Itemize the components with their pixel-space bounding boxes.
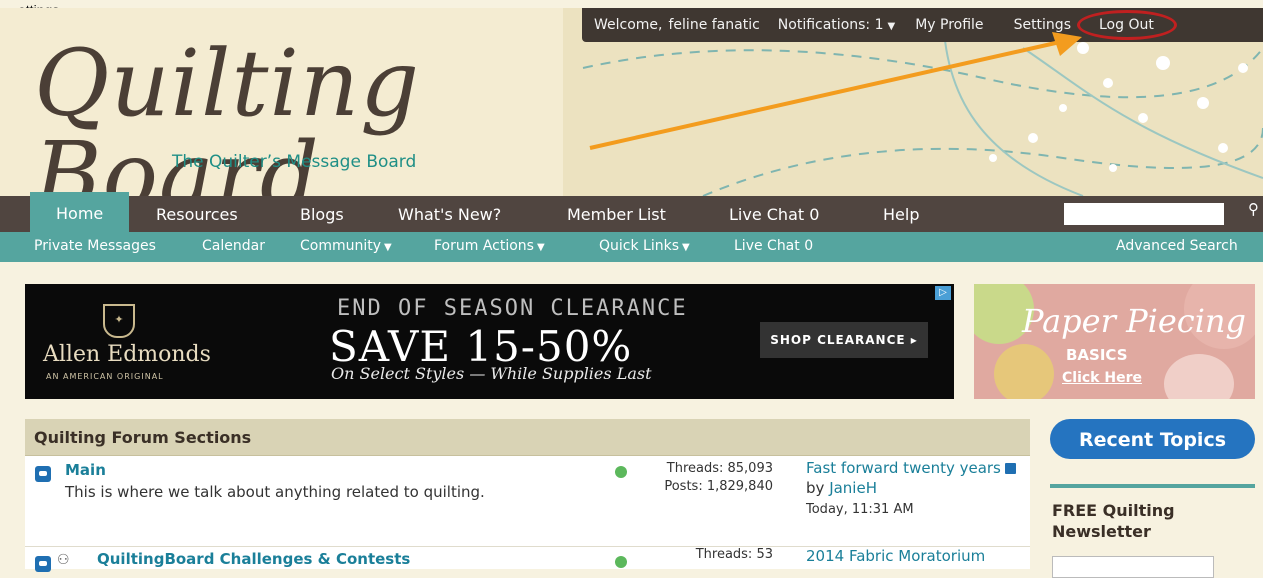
- nav-home[interactable]: Home: [30, 192, 130, 232]
- ad-headline: END OF SEASON CLEARANCE: [337, 296, 688, 321]
- username-link[interactable]: feline fanatic: [669, 17, 760, 33]
- nav-member-list[interactable]: Member List: [567, 196, 666, 232]
- thread-count: Threads: 85,093: [666, 461, 773, 476]
- go-to-post-icon[interactable]: [1004, 463, 1016, 474]
- last-post: Fast forward twenty years by JanieH Toda…: [806, 458, 1026, 520]
- subnav-community[interactable]: Community ▼: [300, 232, 392, 262]
- subnav-quick-links[interactable]: Quick Links ▼: [599, 232, 690, 262]
- chevron-down-icon: ▼: [384, 242, 392, 253]
- by-label: by: [806, 479, 825, 497]
- floral-pattern: [994, 344, 1054, 399]
- floral-pattern: [1164, 354, 1234, 399]
- chevron-down-icon: ▼: [887, 21, 896, 32]
- settings-highlight-ring: [1077, 10, 1177, 40]
- nav-live-chat[interactable]: Live Chat 0: [729, 196, 819, 232]
- my-profile-link[interactable]: My Profile: [915, 17, 983, 33]
- chevron-down-icon: ▼: [536, 242, 545, 253]
- newsletter-email-field[interactable]: [1052, 556, 1214, 578]
- nav-resources[interactable]: Resources: [156, 196, 238, 232]
- post-count: Posts: 1,829,840: [664, 479, 773, 494]
- subnav-forum-actions[interactable]: Forum Actions ▼: [434, 232, 545, 262]
- forum-title-link[interactable]: Main: [65, 461, 106, 479]
- settings-link[interactable]: Settings: [1014, 17, 1071, 33]
- last-post: 2014 Fabric Moratorium: [806, 546, 1026, 566]
- ad-brand-sub: AN AMERICAN ORIGINAL: [46, 372, 164, 381]
- subnav-calendar[interactable]: Calendar: [202, 232, 265, 260]
- side-ad-cta[interactable]: Click Here: [1062, 370, 1142, 386]
- brand-crest-icon: ✦: [103, 304, 135, 338]
- subforum-icon: ⚇: [57, 552, 70, 568]
- thread-count: Threads: 53: [695, 547, 773, 562]
- forum-counts: Threads: 85,093 Posts: 1,829,840: [633, 460, 773, 496]
- forum-row: Main This is where we talk about anythin…: [25, 456, 1030, 547]
- forum-row: ⚇ QuiltingBoard Challenges & Contests Th…: [25, 546, 1030, 576]
- forum-status-icon: [615, 466, 627, 478]
- ad-brand: Allen Edmonds: [43, 342, 211, 367]
- subnav-live-chat[interactable]: Live Chat 0: [734, 232, 813, 260]
- logo-script: Quilting Board: [34, 30, 421, 197]
- forum-sections: Quilting Forum Sections Main This is whe…: [25, 419, 1030, 572]
- ad-subtext: On Select Styles — While Supplies Last: [331, 364, 652, 383]
- forum-chat-icon: [35, 466, 51, 482]
- forum-title-link[interactable]: QuiltingBoard Challenges & Contests: [97, 550, 410, 568]
- recent-topics-button[interactable]: Recent Topics: [1050, 419, 1255, 459]
- advanced-search-link[interactable]: Advanced Search: [1116, 232, 1238, 260]
- last-post-link[interactable]: Fast forward twenty years: [806, 459, 1001, 477]
- quick-links-label: Quick Links: [599, 238, 680, 254]
- forum-description: This is where we talk about anything rel…: [65, 483, 485, 501]
- subnav-private-messages[interactable]: Private Messages: [34, 232, 156, 260]
- logo-tagline: The Quilter’s Message Board: [172, 152, 417, 172]
- side-advertisement[interactable]: Paper Piecing BASICS Click Here: [974, 284, 1255, 399]
- nav-help[interactable]: Help: [883, 196, 919, 232]
- forum-chat-icon: [35, 556, 51, 572]
- forum-sections-heading: Quilting Forum Sections: [25, 419, 1030, 456]
- search-input[interactable]: [1064, 203, 1224, 225]
- nav-blogs[interactable]: Blogs: [300, 196, 344, 232]
- adchoices-icon[interactable]: ▷: [935, 286, 951, 300]
- welcome-text: Welcome,: [594, 17, 663, 33]
- shop-clearance-button[interactable]: SHOP CLEARANCE ▸: [760, 322, 928, 358]
- main-navigation: Home Resources Blogs What's New? Member …: [0, 192, 1263, 232]
- last-post-link[interactable]: 2014 Fabric Moratorium: [806, 547, 985, 565]
- community-label: Community: [300, 238, 382, 254]
- side-ad-title: Paper Piecing: [1022, 302, 1247, 340]
- advertisement-banner[interactable]: ✦ Allen Edmonds AN AMERICAN ORIGINAL END…: [25, 284, 954, 399]
- notifications-menu[interactable]: Notifications: 1 ▼: [778, 17, 895, 33]
- side-ad-sub: BASICS: [1066, 346, 1128, 364]
- last-post-user[interactable]: JanieH: [829, 479, 877, 497]
- last-post-date: Today, 11:31 AM: [806, 502, 914, 517]
- search-icon[interactable]: ⚲: [1248, 200, 1259, 218]
- forum-actions-label: Forum Actions: [434, 238, 534, 254]
- chevron-down-icon: ▼: [682, 242, 690, 253]
- divider: [1050, 484, 1255, 488]
- notifications-label: Notifications: 1: [777, 17, 884, 33]
- forum-status-icon: [615, 556, 627, 568]
- site-logo[interactable]: Quilting Board The Quilter’s Message Boa…: [34, 30, 594, 197]
- nav-whats-new[interactable]: What's New?: [398, 196, 501, 232]
- sub-navigation: Private Messages Calendar Community ▼ For…: [0, 232, 1263, 262]
- newsletter-heading: FREE Quilting Newsletter: [1052, 501, 1175, 541]
